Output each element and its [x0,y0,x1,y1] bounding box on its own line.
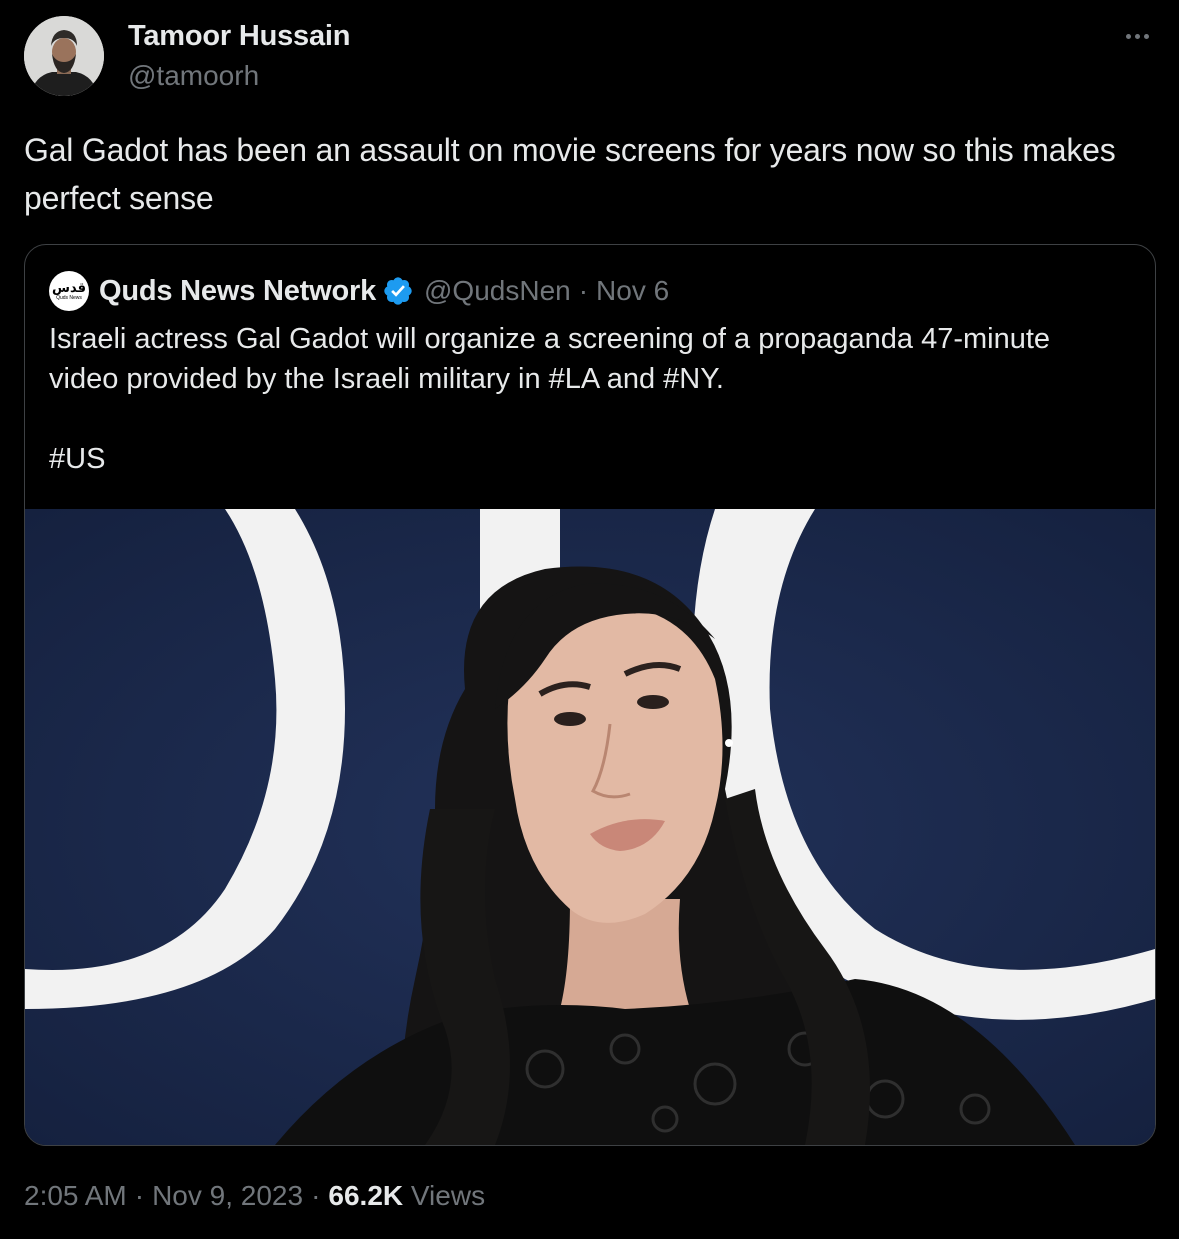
tweet: Tamoor Hussain @tamoorh Gal Gadot has be… [0,0,1179,1239]
quoted-author-handle[interactable]: @QudsNen [424,275,571,307]
quds-news-logo[interactable]: قدس Quds News [49,271,89,311]
quoted-hashtag-us[interactable]: #US [49,439,1129,479]
tweet-time[interactable]: 2:05 AM [24,1180,127,1211]
quoted-author-name[interactable]: Quds News Network [99,275,376,308]
tweet-text: Gal Gadot has been an assault on movie s… [24,132,1116,216]
views-count[interactable]: 66.2K [328,1180,403,1211]
more-horizontal-icon [1125,33,1149,39]
quoted-tweet-date[interactable]: Nov 6 [596,275,669,307]
more-options-button[interactable] [1117,22,1157,50]
quoted-tweet-photo[interactable] [25,509,1155,1145]
views-label: Views [410,1180,486,1211]
logo-arabic-text: قدس [52,280,86,296]
quoted-tweet-text: Israeli actress Gal Gadot will organize … [49,319,1129,479]
logo-english-text: Quds News [56,294,82,301]
author-avatar[interactable] [24,16,104,96]
quoted-text-line: Israeli actress Gal Gadot will organize … [49,323,1051,355]
meta-separator: · [134,1180,145,1211]
quoted-tweet-header: قدس Quds News Quds News Network @QudsNen… [49,269,669,313]
photo-illustration [25,509,1155,1145]
meta-separator: · [311,1180,321,1211]
quoted-text-line: video provided by the Israeli military i… [49,363,724,395]
header-separator: · [578,275,589,306]
verified-badge-icon[interactable] [382,275,414,307]
tweet-meta: 2:05 AM · Nov 9, 2023 · 66.2K Views [24,1180,485,1212]
tweet-date[interactable]: Nov 9, 2023 [152,1180,303,1211]
author-handle[interactable]: @tamoorh [128,60,259,92]
author-name[interactable]: Tamoor Hussain [128,20,350,53]
avatar-photo [24,16,104,96]
quoted-tweet-card[interactable]: قدس Quds News Quds News Network @QudsNen… [24,244,1156,1146]
